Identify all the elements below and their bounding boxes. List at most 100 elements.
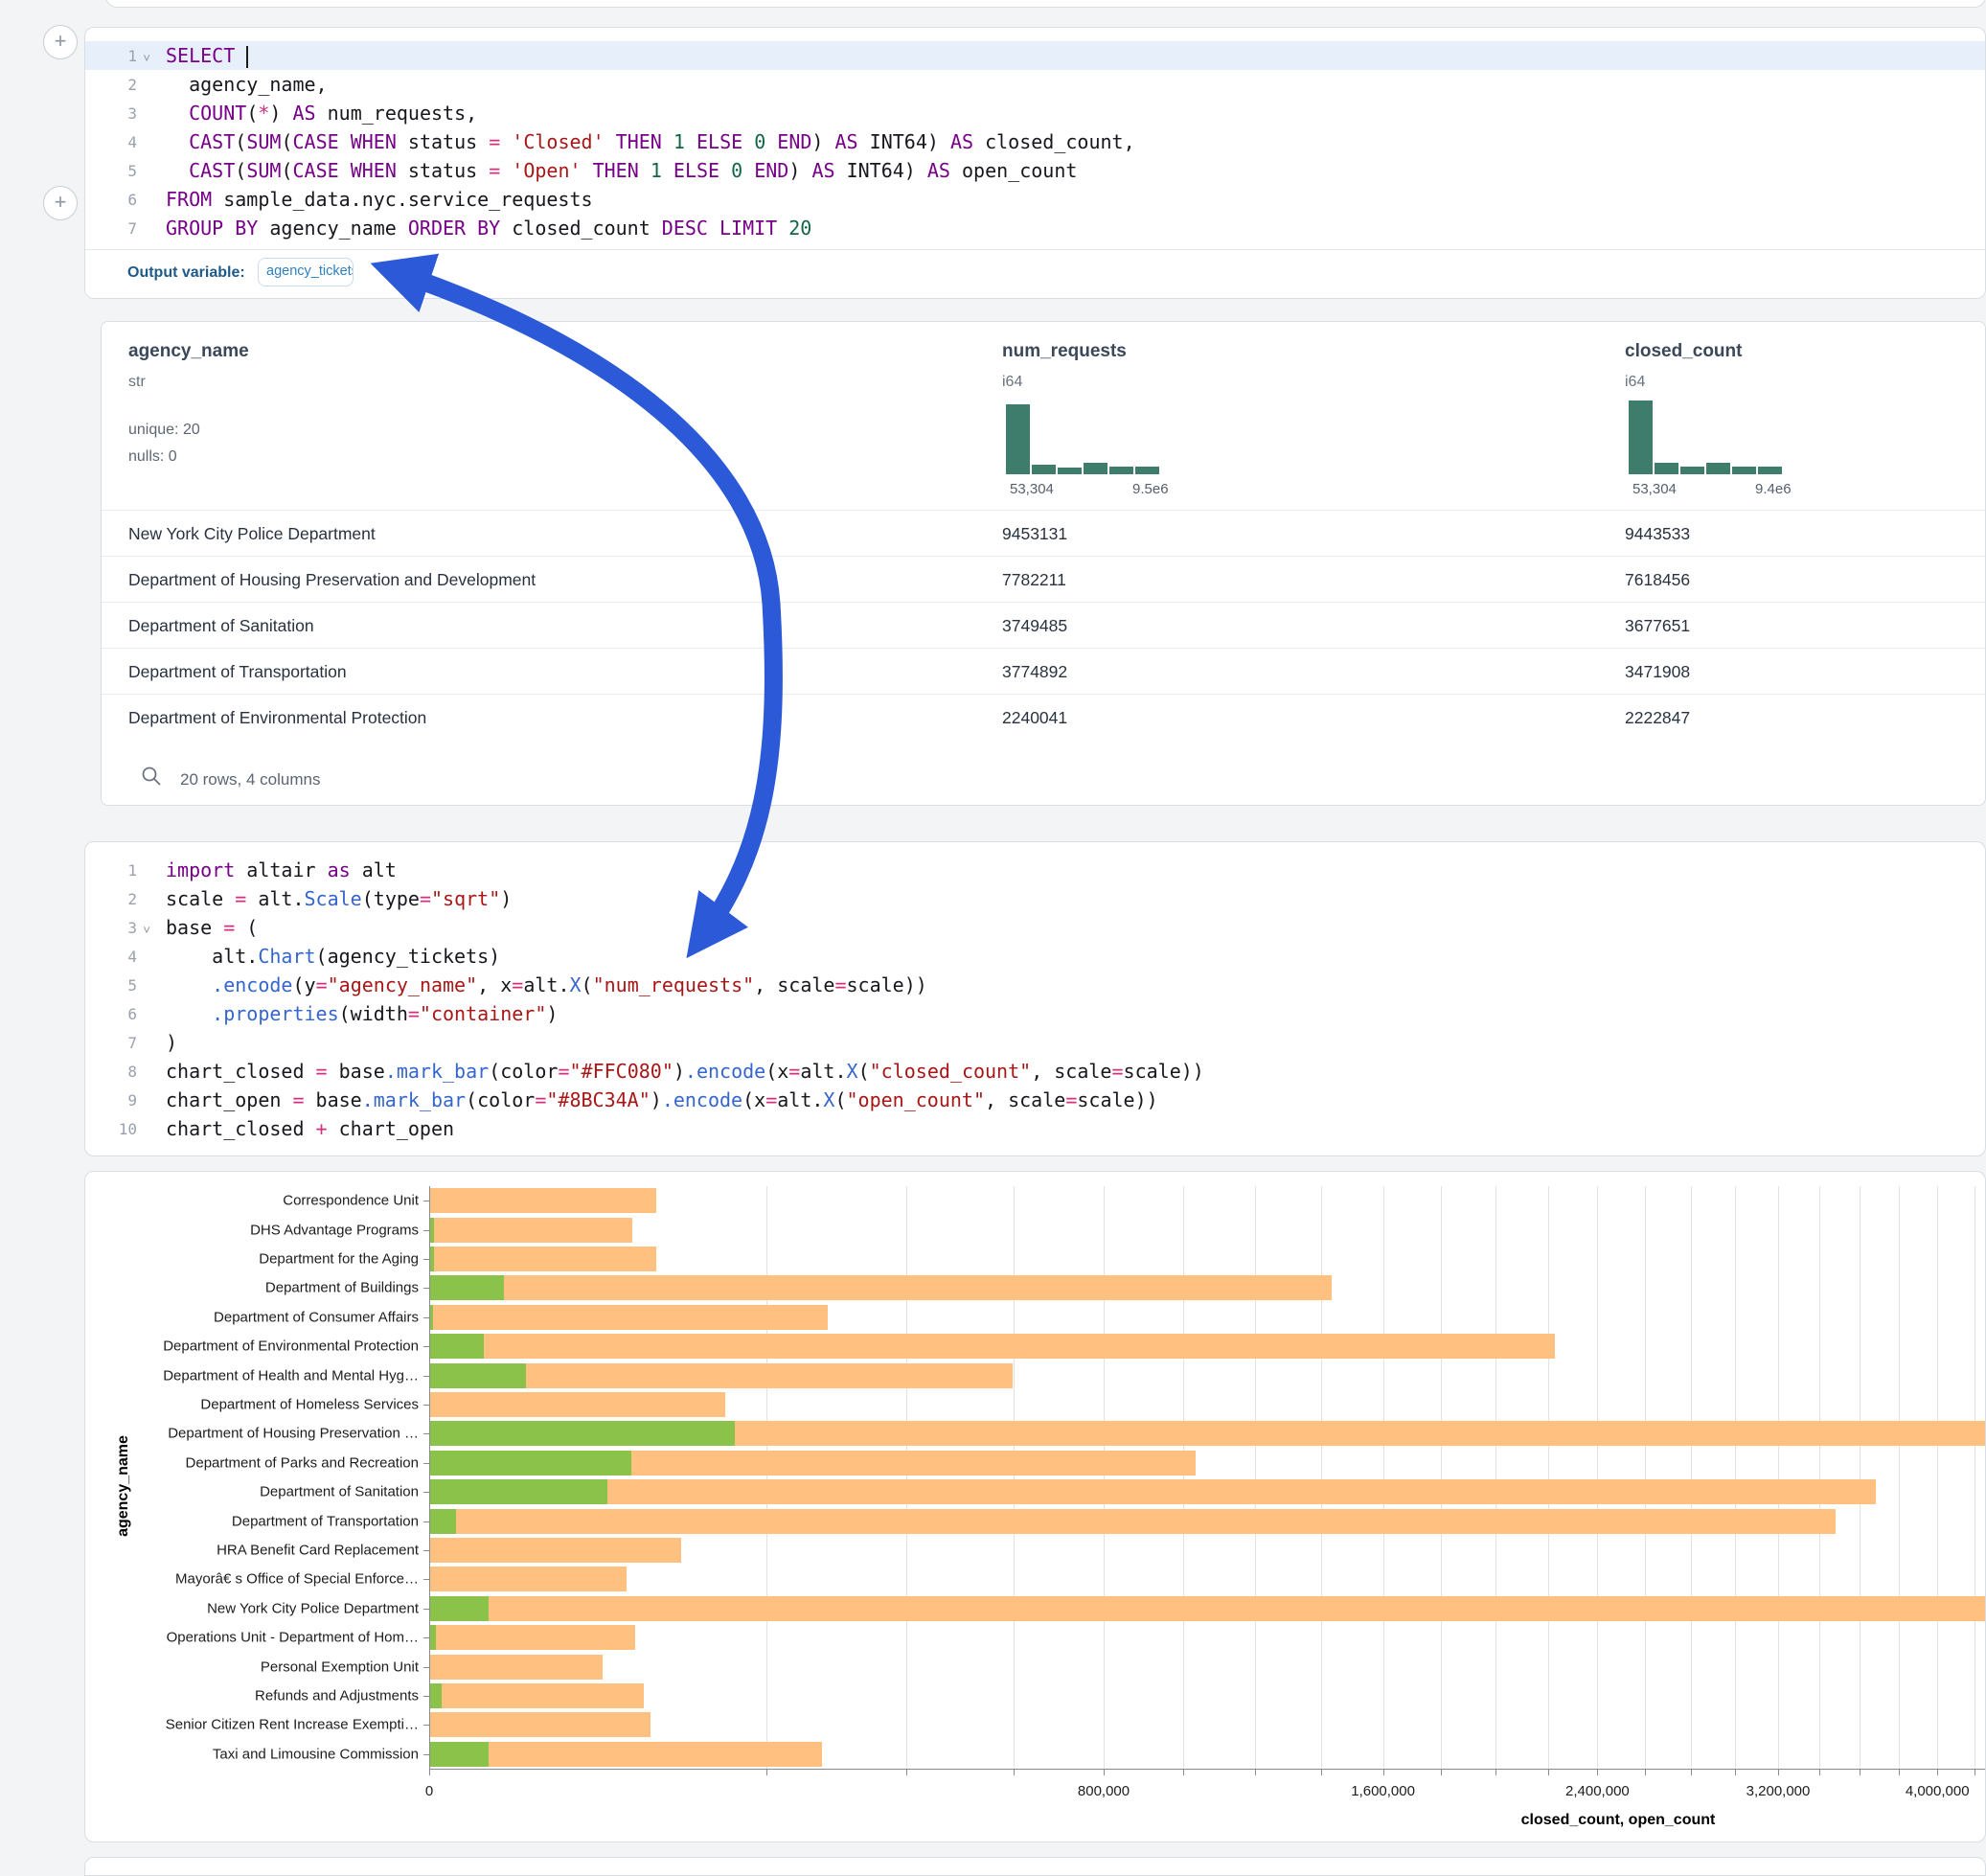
code-line[interactable]: 4 CAST(SUM(CASE WHEN status = 'Closed' T…	[85, 127, 1985, 156]
gridline	[1735, 1186, 1736, 1769]
histogram-bin	[1706, 463, 1730, 474]
table-shape-label: 20 rows, 4 columns	[180, 770, 320, 789]
token: AS	[811, 159, 834, 182]
table-cell: 7782211	[1002, 557, 1066, 603]
histogram-max-label: 9.4e6	[1755, 481, 1792, 497]
gridline	[1383, 1186, 1384, 1769]
category-label: Personal Exemption Unit	[85, 1659, 419, 1675]
token: LIMIT	[719, 217, 777, 240]
token	[166, 130, 189, 153]
output-variable-input[interactable]: agency_tickets	[258, 258, 354, 286]
line-number: 3	[85, 104, 150, 123]
fold-chevron-icon[interactable]: ˅	[143, 924, 150, 938]
table-cell: 3677651	[1625, 603, 1690, 649]
table-row: Department of Transportation377489234719…	[102, 648, 1985, 695]
bar-chart: closed_count, open_count agency_name 080…	[85, 1172, 1985, 1842]
line-number: 8	[85, 1063, 150, 1081]
x-axis-tick	[1691, 1770, 1692, 1775]
category-label: Department of Buildings	[85, 1280, 419, 1296]
token: chart_open	[166, 1088, 292, 1111]
table-preview: agency_name str unique: 20 nulls: 0 num_…	[101, 321, 1986, 806]
code-line[interactable]: 2 agency_name,	[85, 70, 1985, 99]
line-number: 4	[85, 948, 150, 966]
code-line[interactable]: 8chart_closed = base.mark_bar(color="#FF…	[85, 1057, 1985, 1086]
code-line[interactable]: 9chart_open = base.mark_bar(color="#8BC3…	[85, 1086, 1985, 1114]
code-line[interactable]: 1˅SELECT	[85, 41, 1985, 70]
y-axis-tick	[423, 1230, 429, 1231]
token: DESC	[662, 217, 708, 240]
x-axis-tick	[1495, 1770, 1496, 1775]
histogram-bin	[1109, 467, 1133, 474]
add-cell-button-middle[interactable]: +	[43, 186, 78, 220]
token: chart_open	[328, 1117, 454, 1140]
token: )	[788, 159, 811, 182]
token: =	[512, 973, 523, 996]
token: closed_count,	[973, 130, 1135, 153]
token	[639, 159, 651, 182]
token: .encode	[212, 973, 292, 996]
token: THEN	[593, 159, 639, 182]
token: (	[834, 1088, 846, 1111]
category-label: Department of Parks and Recreation	[85, 1454, 419, 1471]
code-text: import altair as alt	[150, 856, 397, 884]
bar-open	[430, 1625, 436, 1650]
category-label: Department of Health and Mental Hyg…	[85, 1367, 419, 1384]
bar-closed	[430, 1275, 1332, 1300]
code-line[interactable]: 6FROM sample_data.nyc.service_requests	[85, 185, 1985, 214]
histogram-bin	[1135, 467, 1159, 474]
token: scale	[166, 887, 235, 910]
code-line[interactable]: 5 CAST(SUM(CASE WHEN status = 'Open' THE…	[85, 156, 1985, 185]
token: status	[397, 130, 489, 153]
x-axis-tick	[1321, 1770, 1322, 1775]
token: (type	[362, 887, 420, 910]
token: "#FFC080"	[569, 1060, 673, 1083]
x-axis-tick	[1819, 1770, 1820, 1775]
add-cell-button-top[interactable]: +	[43, 25, 78, 59]
histogram-bin	[1758, 467, 1782, 474]
table-row: Department of Housing Preservation and D…	[102, 556, 1985, 603]
gridline	[1937, 1186, 1938, 1769]
table-row: Department of Environmental Protection22…	[102, 694, 1985, 741]
gridline	[1255, 1186, 1256, 1769]
token: (width	[339, 1002, 408, 1025]
code-line[interactable]: 7GROUP BY agency_name ORDER BY closed_co…	[85, 214, 1985, 242]
token: alt.	[166, 945, 258, 968]
code-line[interactable]: 7)	[85, 1028, 1985, 1057]
histogram-bin	[1732, 467, 1756, 474]
histogram-bin	[1680, 467, 1704, 474]
histogram-bin	[1058, 468, 1082, 474]
token: )	[673, 1060, 685, 1083]
token: alt.	[800, 1060, 846, 1083]
code-line[interactable]: 4 alt.Chart(agency_tickets)	[85, 942, 1985, 971]
code-line[interactable]: 6 .properties(width="container")	[85, 999, 1985, 1028]
y-axis-tick	[423, 1288, 429, 1289]
code-line[interactable]: 1import altair as alt	[85, 856, 1985, 884]
table-cell: 7618456	[1625, 557, 1690, 603]
token: base	[328, 1060, 385, 1083]
x-tick-label: 3,200,000	[1746, 1783, 1811, 1799]
code-line[interactable]: 3 COUNT(*) AS num_requests,	[85, 99, 1985, 127]
token: altair	[235, 858, 327, 881]
fold-chevron-icon[interactable]: ˅	[143, 52, 150, 66]
bar-closed	[430, 1712, 651, 1737]
gridline	[766, 1186, 767, 1769]
python-editor[interactable]: 1import altair as alt2scale = alt.Scale(…	[85, 856, 1985, 1143]
code-line[interactable]: 10chart_closed + chart_open	[85, 1114, 1985, 1143]
token: .encode	[685, 1060, 765, 1083]
line-number: 7	[85, 219, 150, 238]
token: =	[408, 1002, 420, 1025]
line-number: 2	[85, 76, 150, 94]
gridline	[1104, 1186, 1105, 1769]
code-line[interactable]: 3˅base = (	[85, 913, 1985, 942]
bar-closed	[430, 1625, 635, 1650]
token: AS	[950, 130, 973, 153]
search-icon[interactable]	[140, 765, 163, 788]
y-axis-tick	[423, 1579, 429, 1580]
category-label: Correspondence Unit	[85, 1193, 419, 1209]
category-label: Taxi and Limousine Commission	[85, 1746, 419, 1762]
category-label: Senior Citizen Rent Increase Exempti…	[85, 1717, 419, 1733]
token	[719, 159, 731, 182]
code-line[interactable]: 5 .encode(y="agency_name", x=alt.X("num_…	[85, 971, 1985, 999]
code-line[interactable]: 2scale = alt.Scale(type="sqrt")	[85, 884, 1985, 913]
sql-editor[interactable]: 1˅SELECT 2 agency_name,3 COUNT(*) AS num…	[85, 41, 1985, 242]
